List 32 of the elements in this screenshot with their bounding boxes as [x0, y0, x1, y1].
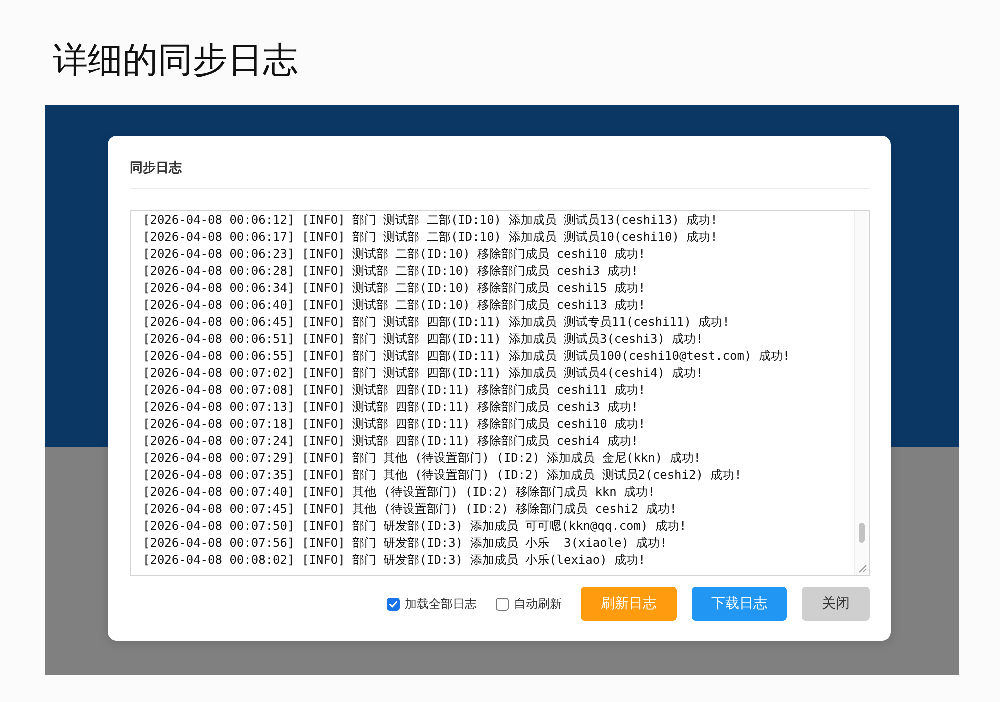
log-line: [2026-04-08 00:06:55] [INFO] 部门 测试部 四部(ID:11) 添加成员 测试员100(ceshi10@test.com) 成功!: [143, 348, 790, 365]
resize-grip-icon[interactable]: [859, 565, 867, 573]
log-line: [2026-04-08 00:07:56] [INFO] 部门 研发部(ID:3) 添加成员 小乐 3(xiaole) 成功!: [143, 535, 668, 552]
log-line: [2026-04-08 00:07:18] [INFO] 测试部 四部(ID:11) 移除部门成员 ceshi10 成功!: [143, 416, 646, 433]
log-line: [2026-04-08 00:06:40] [INFO] 测试部 二部(ID:10) 移除部门成员 ceshi13 成功!: [143, 297, 646, 314]
log-line: [2026-04-08 00:06:17] [INFO] 部门 测试部 二部(ID:10) 添加成员 测试员10(ceshi10) 成功!: [143, 229, 718, 246]
log-text-area[interactable]: [130, 210, 870, 576]
log-line: [2026-04-08 00:07:02] [INFO] 部门 测试部 四部(ID:11) 添加成员 测试员4(ceshi4) 成功!: [143, 365, 704, 382]
log-line: [2026-04-08 00:07:29] [INFO] 部门 其他 (待设置部门) (ID:2) 添加成员 金尼(kkn) 成功!: [143, 450, 702, 467]
log-line: [2026-04-08 00:06:51] [INFO] 部门 测试部 四部(ID:11) 添加成员 测试员3(ceshi3) 成功!: [143, 331, 704, 348]
page-title: 详细的同步日志: [53, 40, 298, 82]
log-line: [2026-04-08 00:08:02] [INFO] 部门 研发部(ID:3) 添加成员 小乐(lexiao) 成功!: [143, 552, 646, 569]
log-line: [2026-04-08 00:06:12] [INFO] 部门 测试部 二部(ID:10) 添加成员 测试员13(ceshi13) 成功!: [143, 212, 718, 229]
log-line: [2026-04-08 00:06:23] [INFO] 测试部 二部(ID:10) 移除部门成员 ceshi10 成功!: [143, 246, 646, 263]
checkbox[interactable]: [387, 598, 400, 610]
log-line: [2026-04-08 00:06:45] [INFO] 部门 测试部 四部(ID:11) 添加成员 测试专员11(ceshi11) 成功!: [143, 314, 730, 331]
scrollbar[interactable]: [854, 211, 869, 575]
log-line: [2026-04-08 00:06:28] [INFO] 测试部 二部(ID:10) 移除部门成员 ceshi3 成功!: [143, 263, 639, 280]
log-line: [2026-04-08 00:07:50] [INFO] 部门 研发部(ID:3) 添加成员 可可嗯(kkn@qq.com) 成功!: [143, 518, 687, 535]
checkbox-label[interactable]: 自动刷新: [514, 596, 562, 612]
log-line: [2026-04-08 00:07:13] [INFO] 测试部 四部(ID:11) 移除部门成员 ceshi3 成功!: [143, 399, 639, 416]
log-line: [2026-04-08 00:07:35] [INFO] 部门 其他 (待设置部门) (ID:2) 添加成员 测试员2(ceshi2) 成功!: [143, 467, 742, 484]
scrollbar-thumb[interactable]: [859, 523, 865, 543]
log-line: [2026-04-08 00:07:45] [INFO] 其他 (待设置部门) (ID:2) 移除部门成员 ceshi2 成功!: [143, 501, 678, 518]
checkbox-label[interactable]: 加载全部日志: [405, 596, 477, 612]
checkbox[interactable]: [496, 598, 509, 610]
log-line: [2026-04-08 00:07:08] [INFO] 测试部 四部(ID:11) 移除部门成员 ceshi11 成功!: [143, 382, 646, 399]
log-line: [2026-04-08 00:07:24] [INFO] 测试部 四部(ID:11) 移除部门成员 ceshi4 成功!: [143, 433, 639, 450]
log-line: [2026-04-08 00:07:40] [INFO] 其他 (待设置部门) (ID:2) 移除部门成员 kkn 成功!: [143, 484, 656, 501]
dialog-button[interactable]: 关闭: [802, 587, 870, 621]
dialog-title: 同步日志: [130, 159, 182, 177]
log-line: [2026-04-08 00:06:34] [INFO] 测试部 二部(ID:10) 移除部门成员 ceshi15 成功!: [143, 280, 646, 297]
